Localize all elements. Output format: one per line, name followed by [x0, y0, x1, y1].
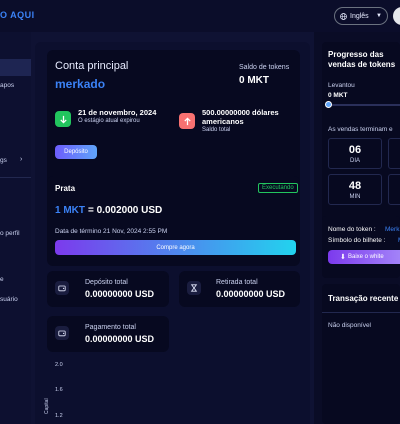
- deposit-button[interactable]: Depósito: [55, 145, 97, 159]
- main-content: Conta principal merkado Saldo de tokens …: [31, 32, 314, 424]
- deposit-total-label: Depósito total: [85, 279, 128, 286]
- account-title: Conta principal: [55, 60, 129, 72]
- countdown-days-unit: DIA: [349, 158, 360, 164]
- chart-ytick: 1.6: [55, 387, 63, 393]
- token-name-value: Merk: [385, 226, 400, 233]
- raised-label: Levantou: [328, 82, 355, 89]
- deposit-total-value: 0.00000000 USD: [85, 289, 155, 299]
- end-date: Data de término 21 Nov, 2024 2:55 PM: [55, 228, 168, 235]
- stage-card: Prata Executando 1 MKT = 0.002000 USD Da…: [47, 176, 300, 266]
- divider: [0, 177, 31, 178]
- deposit-total-card: Depósito total 0.00000000 USD: [47, 271, 169, 307]
- hourglass-icon: [187, 281, 201, 295]
- progress-title: Progresso das vendas de tokens: [328, 50, 396, 69]
- right-column: Progresso das vendas de tokens Levantou …: [318, 32, 400, 424]
- chart-ytick: 2.0: [55, 362, 63, 368]
- download-icon: ⬇: [340, 254, 346, 261]
- progress-card: Progresso das vendas de tokens Levantou …: [322, 42, 400, 238]
- token-symbol-label: Símbolo do bilhete :: [328, 237, 386, 244]
- account-name: merkado: [55, 77, 106, 91]
- divider: [322, 312, 400, 313]
- countdown-minutes-unit: MIN: [349, 194, 361, 200]
- withdraw-total-label: Retirada total: [216, 279, 258, 286]
- sales-end-label: As vendas terminam e: [328, 126, 393, 133]
- wallet-icon: [55, 326, 69, 340]
- transactions-card: Transação recente Não disponível: [322, 284, 400, 424]
- language-selector[interactable]: Inglês ▼: [334, 7, 388, 25]
- status-badge: Executando: [258, 183, 298, 193]
- total-balance-value: 500.00000000 dólares americanos: [202, 108, 279, 126]
- stage-title: Prata: [55, 184, 76, 193]
- top-bar: O AQUI Inglês ▼: [0, 0, 400, 32]
- wallet-icon: [55, 281, 69, 295]
- payment-total-label: Pagamento total: [85, 324, 136, 331]
- payment-total-value: 0.00000000 USD: [85, 334, 155, 344]
- countdown-minutes-value: 48: [348, 180, 362, 192]
- avatar[interactable]: [393, 7, 400, 25]
- token-name-label: Nome do token :: [328, 226, 376, 233]
- chevron-down-icon: ▼: [376, 13, 382, 19]
- countdown-box-hours: [388, 138, 400, 169]
- arrow-up-icon: [179, 113, 195, 129]
- withdraw-total-value: 0.00000000 USD: [216, 289, 286, 299]
- arrow-down-icon: [55, 111, 71, 127]
- raised-value: 0 MKT: [328, 92, 348, 99]
- progress-handle: [325, 101, 332, 108]
- chart-ylabel: Capital: [44, 398, 50, 414]
- download-whitepaper-button[interactable]: ⬇ Baixe o white: [328, 250, 400, 264]
- rate-value: = 0.002000 USD: [88, 205, 163, 216]
- sidebar-item-label[interactable]: gs: [0, 157, 7, 164]
- language-label: Inglês: [350, 12, 369, 20]
- payment-total-card: Pagamento total 0.00000000 USD: [47, 316, 169, 352]
- total-balance-sub: Saldo total: [202, 127, 231, 133]
- main-panel: Conta principal merkado Saldo de tokens …: [35, 42, 310, 424]
- transactions-empty: Não disponível: [328, 322, 371, 329]
- whitepaper-button-label: Baixe o white: [348, 254, 384, 260]
- logo[interactable]: O AQUI: [0, 10, 35, 20]
- balance-value: 0 MKT: [239, 75, 269, 86]
- token-info-card: Nome do token : Merk Símbolo do bilhete …: [322, 216, 400, 278]
- sidebar-item-label[interactable]: e: [0, 276, 4, 283]
- sidebar-item-label[interactable]: o perfil: [0, 230, 20, 237]
- countdown-days-value: 06: [348, 144, 362, 156]
- balance-label: Saldo de tokens: [239, 64, 290, 71]
- progress-track: [328, 104, 400, 106]
- countdown-box-minutes: 48 MIN: [328, 174, 382, 205]
- countdown-box-days: 06 DIA: [328, 138, 382, 169]
- buy-now-button[interactable]: Compre agora: [55, 240, 296, 255]
- date-value: 21 de novembro, 2024: [78, 108, 157, 117]
- globe-icon: [340, 12, 347, 20]
- chevron-right-icon[interactable]: ›: [20, 156, 22, 163]
- sidebar: apos gs › o perfil e suário: [0, 32, 31, 424]
- transactions-title: Transação recente: [328, 294, 399, 303]
- sidebar-item-label[interactable]: apos: [0, 82, 14, 89]
- chart-ytick: 1.2: [55, 413, 63, 419]
- rate-token: 1 MKT: [55, 205, 85, 216]
- date-sub: O estágio atual expirou: [78, 118, 140, 124]
- sidebar-item-active[interactable]: [0, 59, 31, 76]
- account-card: Conta principal merkado Saldo de tokens …: [47, 50, 300, 193]
- countdown-box-seconds: [388, 174, 400, 205]
- sidebar-item-label[interactable]: suário: [0, 296, 18, 303]
- withdraw-total-card: Retirada total 0.00000000 USD: [179, 271, 300, 307]
